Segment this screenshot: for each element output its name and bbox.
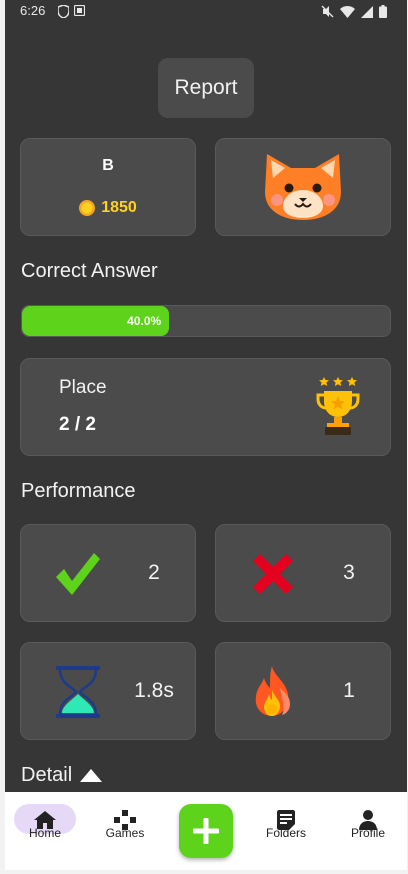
correct-answer-progress: 40.0% [21,305,391,337]
streak-count: 1 [343,679,355,702]
coin-balance: 1850 [21,199,195,217]
nav-games-label: Games [105,826,145,840]
checkmark-icon [51,547,105,601]
performance-title: Performance [21,480,136,502]
user-initial: B [102,157,114,174]
nav-home[interactable]: Home [15,792,75,870]
place-label: Place [59,377,107,398]
coin-value: 1850 [101,199,137,216]
cat-avatar-icon [265,154,341,220]
nav-games[interactable]: Games [95,792,155,870]
status-bar: 6:26 [5,0,407,24]
notification-icon [74,5,85,16]
correct-answer-title: Correct Answer [21,260,158,282]
user-card: B 1850 [20,138,196,236]
battery-icon [379,5,387,18]
report-button[interactable]: Report [158,58,254,118]
mute-icon [321,5,334,18]
place-value: 2 / 2 [59,414,96,435]
hourglass-icon [51,665,105,719]
status-time: 6:26 [20,3,46,18]
wifi-icon [340,5,355,18]
signal-icon [361,5,373,18]
wrong-count: 3 [343,561,355,584]
fire-icon [246,665,300,719]
cross-icon [246,547,300,601]
nav-profile-label: Profile [350,826,385,840]
nav-folders-label: Folders [265,826,306,840]
correct-count: 2 [148,561,160,584]
status-left-icons [58,5,85,18]
detail-label: Detail [21,764,73,786]
detail-toggle[interactable]: Detail [21,764,103,787]
nav-folders[interactable]: Folders [255,792,317,870]
status-right-icons [321,5,387,18]
trophy-icon [316,377,360,435]
streak-card: 1 [215,642,391,740]
nav-home-label: Home [28,826,61,840]
bottom-nav: Home Games Folders Profile [5,792,407,870]
app-screen: 6:26 Report B 1850 Correct Answer 40.0% … [5,0,407,870]
shield-icon [58,5,69,18]
plus-icon [193,818,219,844]
correct-count-card: 2 [20,524,196,622]
nav-profile[interactable]: Profile [337,792,399,870]
avg-time: 1.8s [134,679,174,702]
coin-icon [79,200,96,216]
wrong-count-card: 3 [215,524,391,622]
avg-time-card: 1.8s [20,642,196,740]
add-button[interactable] [179,804,233,858]
place-card: Place 2 / 2 [20,358,391,456]
avatar-card[interactable] [215,138,391,236]
progress-fill: 40.0% [22,306,170,336]
caret-up-icon [80,769,103,782]
